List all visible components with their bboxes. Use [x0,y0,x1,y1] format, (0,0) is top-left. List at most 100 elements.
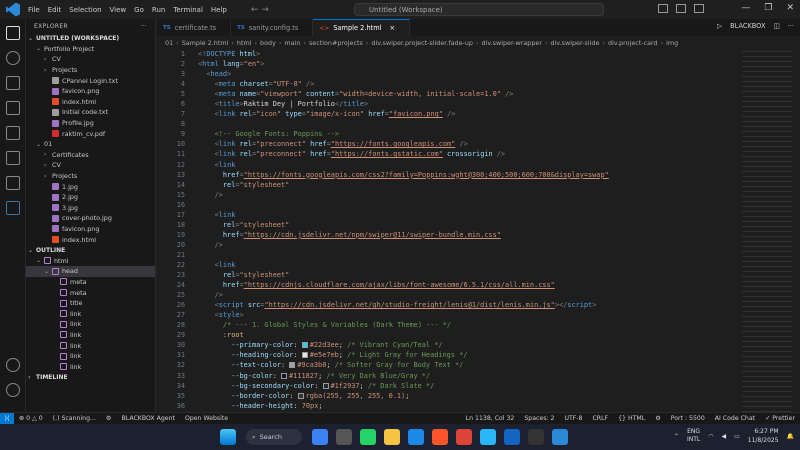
folder-item[interactable]: ⌄ 01 [26,139,155,150]
status-item[interactable]: ⚙ [106,415,112,422]
status-item[interactable]: BLACKBOX Agent [121,415,174,422]
outline-item[interactable]: link [26,319,155,330]
file-item[interactable]: favicon.png [26,224,155,235]
color-swatch[interactable] [297,392,304,399]
remote-icon[interactable]: ⟩⟨ [0,412,14,425]
maximize-icon[interactable]: ❐ [764,3,772,13]
status-item[interactable]: Port : 5500 [671,415,705,422]
command-center-search[interactable]: Untitled (Workspace) [354,3,604,16]
menu-edit[interactable]: Edit [48,6,62,14]
mail-icon[interactable] [504,429,520,445]
color-swatch[interactable] [301,342,308,349]
breadcrumb-item[interactable]: body [260,39,276,47]
status-item[interactable]: (.) Scanning... [53,415,96,422]
color-swatch[interactable] [281,372,288,379]
nav-arrows[interactable]: ← → [251,5,269,15]
settings-gear-icon[interactable] [6,383,20,397]
tab-sanity-config-ts[interactable]: TS sanity.config.ts [231,19,314,36]
outline-item[interactable]: title [26,298,155,309]
section-header[interactable]: › TIMELINE [26,372,155,383]
status-item[interactable]: AI Code Chat [715,415,755,422]
status-item[interactable]: ✓ Prettier [765,415,795,422]
file-item[interactable]: CPannel Login.txt [26,75,155,86]
status-item[interactable]: Open Website [185,415,228,422]
status-item[interactable]: ⚙ [655,415,661,422]
breadcrumb-item[interactable]: div.swiper-slide [551,39,600,47]
brave-icon[interactable] [432,429,448,445]
minimap[interactable] [742,49,792,412]
file-item[interactable]: index.html [26,97,155,108]
language-indicator[interactable]: ENG INTL [687,428,700,444]
python-icon[interactable] [6,201,20,215]
explorer-icon[interactable] [6,26,20,40]
outline-item[interactable]: meta [26,287,155,298]
breadcrumb-item[interactable]: html [237,39,252,47]
menu-view[interactable]: View [110,6,127,14]
blackbox-button[interactable]: BLACKBOX [730,22,765,30]
split-editor-icon[interactable]: ◫ [773,22,779,30]
close-icon[interactable]: ✕ [786,3,794,13]
remote-explorer-icon[interactable] [6,151,20,165]
widget-icon[interactable] [312,429,328,445]
more-actions-icon[interactable]: ··· [140,23,147,30]
wifi-icon[interactable]: ◠ [708,433,713,440]
file-item[interactable]: 3.jpg [26,203,155,214]
telegram-icon[interactable] [480,429,496,445]
status-item[interactable]: Spaces: 2 [524,415,554,422]
outline-item[interactable]: meta [26,277,155,288]
breadcrumb-item[interactable]: main [284,39,300,47]
file-item[interactable]: Profile.jpg [26,118,155,129]
menu-run[interactable]: Run [152,6,165,14]
tab-sample-2-html[interactable]: <> Sample 2.html × [313,19,410,36]
source-control-icon[interactable] [6,76,20,90]
status-item[interactable]: UTF-8 [564,415,582,422]
folder-item[interactable]: › Certificates [26,150,155,161]
file-item[interactable]: cover-photo.jpg [26,213,155,224]
breadcrumb-folder[interactable]: 01 [165,39,173,47]
outline-item[interactable]: ⌄ html [26,255,155,266]
minimize-icon[interactable]: — [741,3,750,13]
menu-file[interactable]: File [28,6,40,14]
windows-start-icon[interactable] [220,429,236,445]
breadcrumb-item[interactable]: img [666,39,678,47]
color-swatch[interactable] [322,382,329,389]
whatsapp-icon[interactable] [360,429,376,445]
file-item[interactable]: 1.jpg [26,181,155,192]
breadcrumb-item[interactable]: Sample 2.html [182,39,229,47]
run-debug-icon[interactable] [6,101,20,115]
section-header[interactable]: ⌄ OUTLINE [26,245,155,256]
outline-item[interactable]: link [26,351,155,362]
terminal-icon[interactable] [528,429,544,445]
breadcrumb-item[interactable]: div.swiper-wrapper [482,39,542,47]
file-item[interactable]: 2.jpg [26,192,155,203]
menu-go[interactable]: Go [134,6,144,14]
menu-selection[interactable]: Selection [69,6,101,14]
folder-item[interactable]: › Projects [26,65,155,76]
folder-item[interactable]: › CV [26,54,155,65]
vscode-icon[interactable] [552,429,568,445]
volume-icon[interactable]: ◀ [721,433,726,440]
extensions-icon[interactable] [6,126,20,140]
color-swatch[interactable] [301,352,308,359]
file-item[interactable]: index.html [26,234,155,245]
account-icon[interactable] [6,358,20,372]
file-item[interactable]: favicon.png [26,86,155,97]
section-header[interactable]: ⌄ UNTITLED (WORKSPACE) [26,33,155,44]
notifications-icon[interactable]: 🔔 [787,433,794,440]
taskview-icon[interactable] [336,429,352,445]
chrome-icon[interactable] [456,429,472,445]
file-item[interactable]: raktim_cv.pdf [26,128,155,139]
taskbar-search[interactable]: ⌕ Search [246,429,302,445]
clock[interactable]: 6:27 PM 11/8/2025 [748,427,779,445]
explorer-icon[interactable] [384,429,400,445]
menu-help[interactable]: Help [211,6,227,14]
menu-terminal[interactable]: Terminal [173,6,203,14]
breadcrumb-item[interactable]: div.project-card [608,39,658,47]
color-swatch[interactable] [289,362,296,369]
status-item[interactable]: CRLF [592,415,608,422]
status-item[interactable]: {} HTML [618,415,645,422]
outline-item[interactable]: link [26,308,155,319]
status-item[interactable]: Ln 1138, Col 32 [466,415,515,422]
outline-item[interactable]: ⌄ head [26,266,155,277]
tray-chevron-icon[interactable]: ⌃ [674,433,679,440]
